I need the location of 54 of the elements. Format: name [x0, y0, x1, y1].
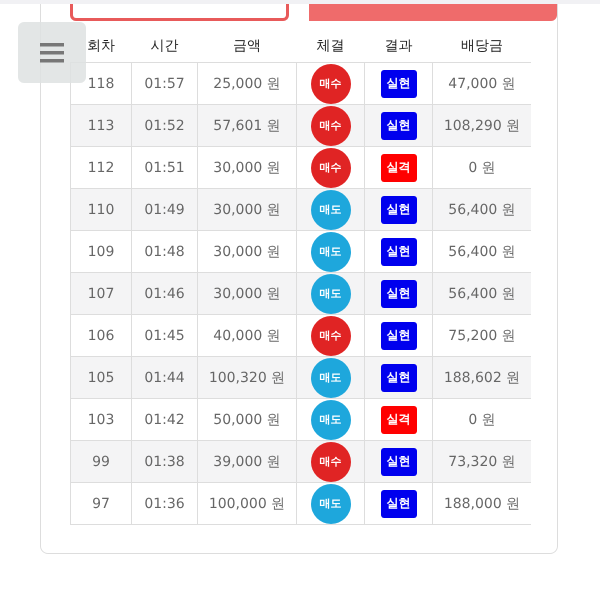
result-badge: 실현: [380, 322, 416, 350]
result-badge: 실현: [380, 448, 416, 476]
table-cell: 01:38: [132, 440, 198, 482]
menu-icon: [40, 42, 64, 62]
table-cell: 30,000 원: [198, 272, 296, 314]
table-cell: 01:52: [132, 104, 198, 146]
table-cell: 113: [70, 104, 132, 146]
table-cell: 57,601 원: [198, 104, 296, 146]
outlined-button[interactable]: [70, 4, 289, 21]
table-cell: 30,000 원: [198, 188, 296, 230]
table-cell: 73,320 원: [432, 440, 531, 482]
table-cell: 188,602 원: [432, 356, 531, 398]
table-cell: 01:44: [132, 356, 198, 398]
column-header: 회차: [70, 30, 132, 62]
trade-badge: 매도: [310, 484, 350, 524]
trade-badge: 매도: [310, 400, 350, 440]
table-cell: 56,400 원: [432, 188, 531, 230]
result-badge: 실현: [380, 364, 416, 392]
table-cell: 01:46: [132, 272, 198, 314]
column-header: 금액: [198, 30, 296, 62]
result-badge: 실격: [380, 406, 416, 434]
trade-badge: 매도: [310, 190, 350, 230]
table-cell: 105: [70, 356, 132, 398]
table-cell: 110: [70, 188, 132, 230]
trade-badge: 매도: [310, 358, 350, 398]
trade-badge: 매도: [310, 232, 350, 272]
trade-badge: 매도: [310, 274, 350, 314]
result-badge: 실현: [380, 490, 416, 518]
table-cell: 99: [70, 440, 132, 482]
table-cell: 100,320 원: [198, 356, 296, 398]
result-badge: 실격: [380, 154, 416, 182]
result-badge: 실현: [380, 280, 416, 308]
table-cell: 97: [70, 482, 132, 524]
result-badge: 실현: [380, 112, 416, 140]
column-header: 결과: [364, 30, 432, 62]
result-badge: 실현: [380, 70, 416, 98]
trade-badge: 매수: [310, 148, 350, 188]
table-cell: 39,000 원: [198, 440, 296, 482]
column-header: 배당금: [432, 30, 531, 62]
table-cell: 100,000 원: [198, 482, 296, 524]
table-cell: 107: [70, 272, 132, 314]
trade-badge: 매수: [310, 442, 350, 482]
trade-badge: 매수: [310, 106, 350, 146]
column-header: 체결: [296, 30, 364, 62]
table-cell: 01:49: [132, 188, 198, 230]
table-cell: 56,400 원: [432, 272, 531, 314]
table-cell: 108,290 원: [432, 104, 531, 146]
trade-badge: 매수: [310, 64, 350, 104]
table-cell: 01:36: [132, 482, 198, 524]
menu-button[interactable]: [18, 22, 86, 83]
trade-badge: 매수: [310, 316, 350, 356]
result-badge: 실현: [380, 238, 416, 266]
result-badge: 실현: [380, 196, 416, 224]
column-header: 시간: [132, 30, 198, 62]
